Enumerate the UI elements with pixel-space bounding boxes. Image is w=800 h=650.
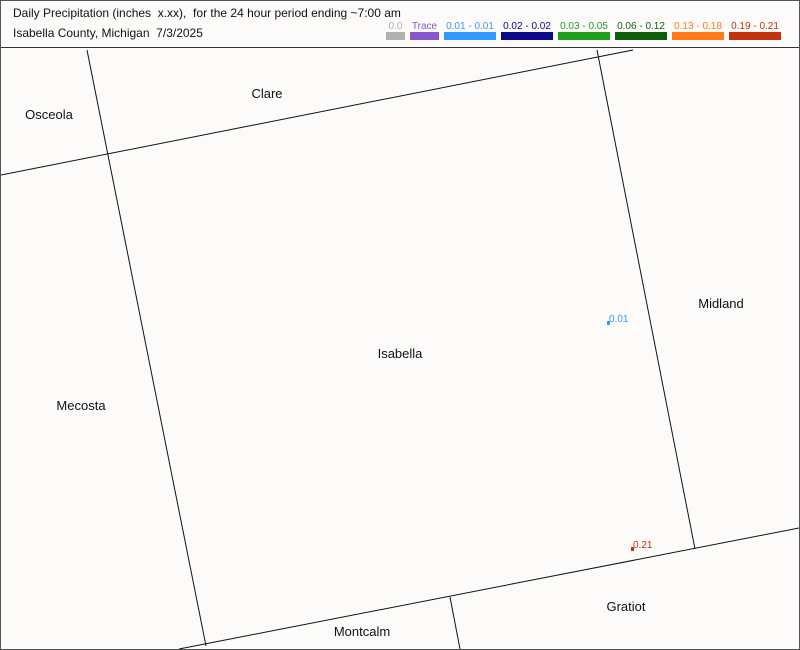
- county-label-montcalm: Montcalm: [334, 624, 390, 639]
- legend-swatch: [444, 32, 496, 40]
- station-value: 0.21: [633, 540, 653, 551]
- legend-item-0-01: 0.01 - 0.01: [444, 21, 496, 43]
- county-label-clare: Clare: [251, 86, 282, 101]
- legend-label: Trace: [411, 21, 438, 32]
- legend-item-0-03: 0.03 - 0.05: [558, 21, 610, 43]
- legend-swatch: [386, 32, 405, 40]
- legend-item-0-06: 0.06 - 0.12: [615, 21, 667, 43]
- map-subtitle: Isabella County, Michigan 7/3/2025: [13, 26, 203, 40]
- county-map: Osceola Clare Isabella Midland Mecosta M…: [1, 49, 799, 649]
- legend-swatch: [615, 32, 667, 40]
- map-title: Daily Precipitation (inches x.xx), for t…: [13, 6, 401, 20]
- legend-label: 0.0: [388, 21, 403, 32]
- county-boundary-line: [178, 527, 799, 649]
- map-frame: Daily Precipitation (inches x.xx), for t…: [0, 0, 800, 650]
- legend-item-0-13: 0.13 - 0.18: [672, 21, 724, 43]
- county-boundary-line: [86, 49, 207, 647]
- legend-item-zero: 0.0: [386, 21, 405, 43]
- county-label-mecosta: Mecosta: [56, 398, 106, 413]
- legend-label: 0.01 - 0.01: [446, 21, 494, 32]
- legend-label: 0.03 - 0.05: [560, 21, 608, 32]
- legend-item-0-02: 0.02 - 0.02: [501, 21, 553, 43]
- legend-swatch: [729, 32, 781, 40]
- legend-swatch: [410, 32, 439, 40]
- county-label-gratiot: Gratiot: [606, 599, 645, 614]
- legend-item-0-19: 0.19 - 0.21: [729, 21, 781, 43]
- legend-label: 0.02 - 0.02: [503, 21, 551, 32]
- county-label-isabella: Isabella: [378, 346, 424, 361]
- legend-swatch: [501, 32, 553, 40]
- county-boundary-line: [449, 596, 461, 649]
- legend-label: 0.13 - 0.18: [674, 21, 722, 32]
- county-boundary-line: [596, 49, 696, 550]
- county-label-midland: Midland: [698, 296, 744, 311]
- station-1[interactable]: 0.01: [607, 314, 629, 325]
- county-label-osceola: Osceola: [25, 107, 73, 122]
- legend-swatch: [672, 32, 724, 40]
- county-boundary-line: [1, 49, 634, 176]
- station-value: 0.01: [609, 314, 629, 325]
- map-header: Daily Precipitation (inches x.xx), for t…: [1, 1, 799, 48]
- legend-swatch: [558, 32, 610, 40]
- legend-item-trace: Trace: [410, 21, 439, 43]
- legend-label: 0.19 - 0.21: [731, 21, 779, 32]
- legend-label: 0.06 - 0.12: [617, 21, 665, 32]
- station-2[interactable]: 0.21: [631, 540, 653, 551]
